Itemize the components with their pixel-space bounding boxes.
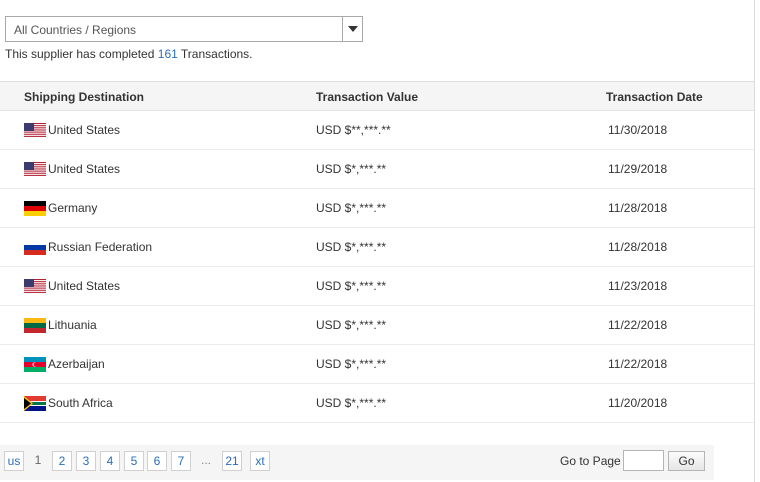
row-value: USD $*,***.** xyxy=(316,201,387,215)
ru-flag-icon xyxy=(24,240,46,255)
row-date: 11/22/2018 xyxy=(608,357,668,371)
summary-suffix: Transactions. xyxy=(180,47,253,61)
de-flag-icon xyxy=(24,201,46,216)
row-date: 11/23/2018 xyxy=(608,279,668,293)
us-flag-icon xyxy=(24,162,46,177)
row-date: 11/29/2018 xyxy=(608,162,668,176)
transactions-table: Shipping Destination Transaction Value T… xyxy=(0,81,754,423)
row-value: USD $*,***.** xyxy=(316,318,387,332)
row-country: United States xyxy=(48,123,121,137)
table-row: United States USD $**,***.** 11/30/2018 xyxy=(0,111,754,150)
row-value: USD $**,***.** xyxy=(316,123,391,137)
row-country: United States xyxy=(48,162,121,176)
transaction-count: 161 xyxy=(157,47,178,61)
row-country: United States xyxy=(48,279,121,293)
row-value: USD $*,***.** xyxy=(316,240,387,254)
header-transaction-value: Transaction Value xyxy=(316,90,419,104)
table-row: Azerbaijan USD $*,***.** 11/22/2018 xyxy=(0,345,754,384)
header-transaction-date: Transaction Date xyxy=(606,90,703,104)
lt-flag-icon xyxy=(24,318,46,333)
page-2-button[interactable]: 2 xyxy=(52,451,72,471)
row-date: 11/20/2018 xyxy=(608,396,668,410)
row-date: 11/28/2018 xyxy=(608,201,668,215)
row-date: 11/28/2018 xyxy=(608,240,668,254)
us-flag-icon xyxy=(24,279,46,294)
table-header: Shipping Destination Transaction Value T… xyxy=(0,81,754,111)
row-country: Azerbaijan xyxy=(48,357,105,371)
page-3-button[interactable]: 3 xyxy=(76,451,96,471)
row-value: USD $*,***.** xyxy=(316,279,387,293)
prev-page-button[interactable]: us xyxy=(4,451,24,471)
pagination-bar: us 1 2 3 4 5 6 7 ... 21 xt Go to Page Go xyxy=(0,445,714,480)
us-flag-icon xyxy=(24,123,46,138)
table-row: Lithuania USD $*,***.** 11/22/2018 xyxy=(0,306,754,345)
row-country: Germany xyxy=(48,201,98,215)
page-4-button[interactable]: 4 xyxy=(100,451,120,471)
page-5-button[interactable]: 5 xyxy=(124,451,144,471)
summary-prefix: This supplier has completed xyxy=(5,47,155,61)
goto-page-input[interactable] xyxy=(623,450,664,471)
table-row: United States USD $*,***.** 11/29/2018 xyxy=(0,150,754,189)
row-country: Russian Federation xyxy=(48,240,153,254)
panel-right-border xyxy=(754,0,755,482)
page-7-button[interactable]: 7 xyxy=(171,451,191,471)
header-shipping-destination: Shipping Destination xyxy=(24,90,144,104)
chevron-down-icon[interactable] xyxy=(342,17,362,41)
table-row: Russian Federation USD $*,***.** 11/28/201… xyxy=(0,228,754,267)
az-flag-icon xyxy=(24,357,46,372)
table-row: United States USD $*,***.** 11/23/2018 xyxy=(0,267,754,306)
transaction-summary: This supplier has completed 161 Transact… xyxy=(5,47,253,61)
table-row: Germany USD $*,***.** 11/28/2018 xyxy=(0,189,754,228)
row-date: 11/30/2018 xyxy=(608,123,668,137)
row-value: USD $*,***.** xyxy=(316,357,387,371)
row-country: South Africa xyxy=(48,396,113,410)
page-ellipsis: ... xyxy=(200,453,211,467)
page-21-button[interactable]: 21 xyxy=(222,451,242,471)
region-filter-select[interactable]: All Countries / Regions xyxy=(5,16,363,42)
row-date: 11/22/2018 xyxy=(608,318,668,332)
page-6-button[interactable]: 6 xyxy=(147,451,167,471)
row-value: USD $*,***.** xyxy=(316,162,387,176)
za-flag-icon xyxy=(24,396,46,411)
table-row: South Africa USD $*,***.** 11/20/2018 xyxy=(0,384,754,423)
goto-page-label: Go to Page xyxy=(560,454,621,468)
row-value: USD $*,***.** xyxy=(316,396,387,410)
table-body: United States USD $**,***.** 11/30/2018 Uni… xyxy=(0,111,754,423)
row-country: Lithuania xyxy=(48,318,97,332)
region-filter-value: All Countries / Regions xyxy=(14,23,137,37)
go-button[interactable]: Go xyxy=(668,451,705,471)
page-current: 1 xyxy=(34,453,42,467)
next-page-button[interactable]: xt xyxy=(250,451,270,471)
